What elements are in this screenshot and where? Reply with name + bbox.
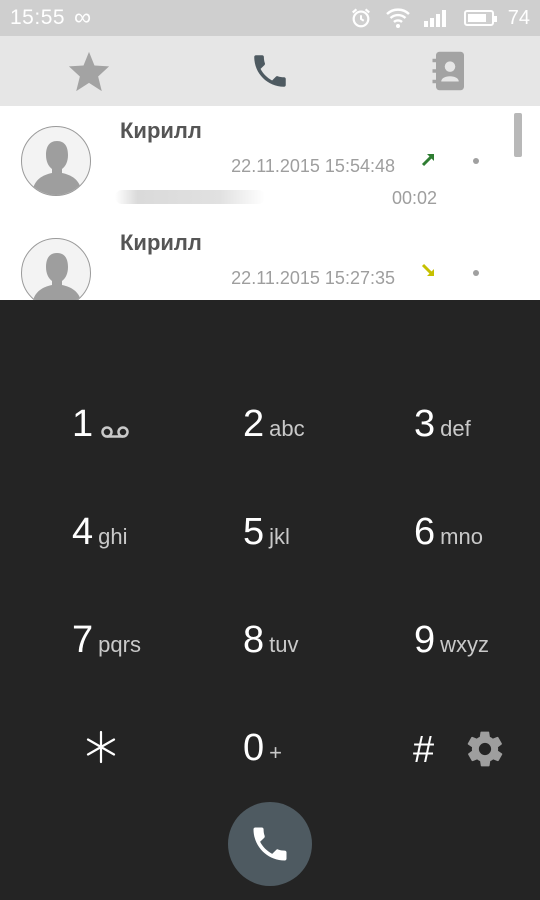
key-digit: 0 xyxy=(243,727,265,769)
alarm-icon xyxy=(351,8,370,28)
key-star[interactable] xyxy=(84,730,118,764)
status-bar: 15:55 ∞ 74 xyxy=(0,0,540,36)
call-button[interactable] xyxy=(228,802,312,886)
phone-icon xyxy=(254,55,286,87)
key-0[interactable]: 0 + xyxy=(243,729,393,799)
call-datetime: 22.11.2015 15:54:48 xyxy=(231,156,395,176)
outgoing-call-arrow-icon xyxy=(421,153,435,167)
key-digit: 1 xyxy=(72,403,94,445)
key-digit: 9 xyxy=(414,619,436,661)
battery-icon xyxy=(463,10,497,26)
call-duration: 00:02 xyxy=(391,188,437,208)
call-datetime: 22.11.2015 15:27:35 xyxy=(231,268,395,288)
key-6[interactable]: 6 mno xyxy=(414,513,540,583)
voicemail-icon xyxy=(101,426,129,438)
key-digit: 2 xyxy=(243,403,265,445)
avatar xyxy=(21,126,91,196)
key-letters: pqrs xyxy=(98,632,141,657)
key-8[interactable]: 8 tuv xyxy=(243,621,393,691)
key-digit: 4 xyxy=(72,511,94,553)
phone-icon xyxy=(253,827,287,861)
key-letters: def xyxy=(440,416,471,441)
key-4[interactable]: 4 ghi xyxy=(72,513,222,583)
key-digit: 5 xyxy=(243,511,265,553)
dial-pad: 1 2 abc 3 def 4 ghi 5 jkl 6 mno 7 pqrs 8… xyxy=(0,300,540,900)
wifi-icon xyxy=(385,8,410,28)
more-options-dot[interactable] xyxy=(473,270,479,276)
person-silhouette-icon xyxy=(33,253,81,300)
key-digit: 6 xyxy=(414,511,436,553)
call-log-list[interactable]: Кирилл 22.11.2015 15:54:48 00:02 Кирилл … xyxy=(0,106,540,300)
key-digit: 3 xyxy=(414,403,436,445)
incoming-call-arrow-icon xyxy=(421,263,434,276)
tab-contacts[interactable] xyxy=(427,48,473,94)
tab-phone[interactable] xyxy=(247,48,293,94)
gear-icon[interactable] xyxy=(464,728,506,770)
key-letters: tuv xyxy=(269,632,299,657)
status-time: 15:55 xyxy=(10,6,66,29)
key-hash[interactable]: # xyxy=(413,729,434,772)
key-letters: wxyz xyxy=(440,632,490,657)
key-1[interactable]: 1 xyxy=(72,405,222,475)
tab-favorites[interactable] xyxy=(66,48,112,94)
tab-bar xyxy=(0,36,540,106)
signal-icon xyxy=(423,10,446,27)
key-9[interactable]: 9 wxyz xyxy=(414,621,540,691)
scrollbar[interactable] xyxy=(514,113,522,157)
key-5[interactable]: 5 jkl xyxy=(243,513,393,583)
infinity-icon: ∞ xyxy=(74,4,92,31)
call-log-item[interactable]: Кирилл 22.11.2015 15:54:48 00:02 xyxy=(0,106,510,218)
more-options-dot[interactable] xyxy=(473,158,479,164)
key-digit: 8 xyxy=(243,619,265,661)
contact-name: Кирилл xyxy=(120,118,202,143)
key-7[interactable]: 7 pqrs xyxy=(72,621,222,691)
key-letters: + xyxy=(269,740,282,765)
redacted-number xyxy=(115,190,265,204)
star-icon xyxy=(68,51,110,92)
key-letters: ghi xyxy=(98,524,128,549)
key-2[interactable]: 2 abc xyxy=(243,405,393,475)
battery-level: 74 xyxy=(507,6,530,29)
key-letters: abc xyxy=(269,416,305,441)
key-3[interactable]: 3 def xyxy=(414,405,540,475)
key-digit: 7 xyxy=(72,619,94,661)
call-log-item[interactable]: Кирилл 22.11.2015 15:27:35 xyxy=(0,218,510,300)
contacts-book-icon xyxy=(432,51,464,91)
contact-name: Кирилл xyxy=(120,230,202,255)
key-letters: mno xyxy=(440,524,483,549)
avatar xyxy=(21,238,91,300)
key-letters: jkl xyxy=(269,524,290,549)
person-silhouette-icon xyxy=(33,141,81,195)
